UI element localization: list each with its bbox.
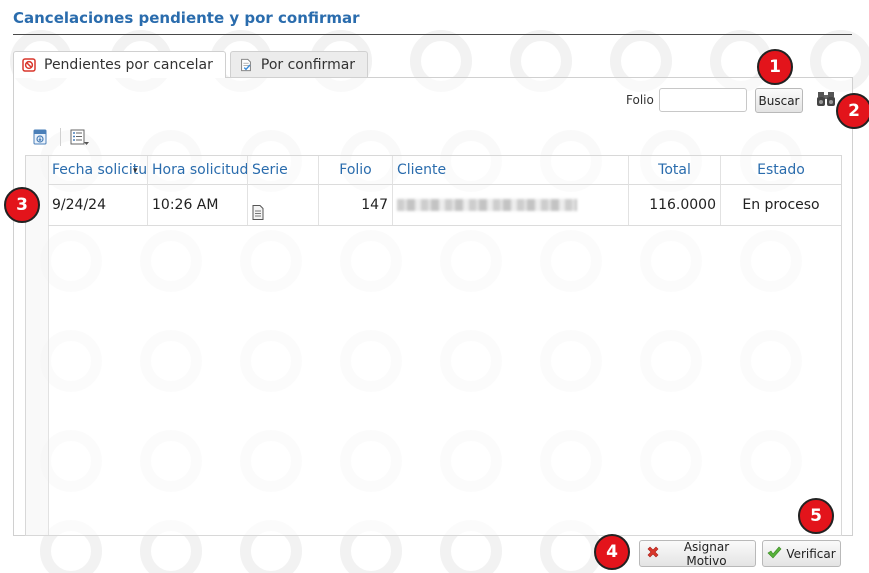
green-check-icon xyxy=(767,546,782,562)
button-label: Asignar Motivo xyxy=(683,539,730,568)
title-divider xyxy=(13,34,852,35)
folio-input[interactable] xyxy=(659,88,747,112)
tab-bar: Pendientes por cancelar Por confirmar xyxy=(13,51,369,78)
button-label: Verificar xyxy=(786,546,836,561)
buscar-button[interactable]: Buscar xyxy=(755,88,803,113)
callout-badge-2: 2 xyxy=(836,93,869,129)
column-list-icon[interactable] xyxy=(70,129,90,151)
callout-badge-3: 3 xyxy=(4,187,40,223)
column-header-folio[interactable]: Folio xyxy=(319,156,393,185)
cell-cliente xyxy=(393,185,629,225)
page-title: Cancelaciones pendiente y por confirmar xyxy=(13,9,360,27)
callout-badge-4: 4 xyxy=(594,534,630,570)
column-header-label: Total xyxy=(658,162,691,178)
export-icon[interactable] xyxy=(32,129,48,149)
cell-total: 116.0000 xyxy=(629,185,721,225)
column-header-serie[interactable]: Serie xyxy=(248,156,319,185)
tab-label: Pendientes por cancelar xyxy=(44,57,213,73)
verificar-button[interactable]: Verificar xyxy=(762,540,841,567)
tab-por-confirmar[interactable]: Por confirmar xyxy=(229,51,369,77)
tab-label: Por confirmar xyxy=(260,56,356,73)
redacted-client-name xyxy=(397,199,577,211)
sort-desc-icon: ▾ xyxy=(133,166,138,176)
callout-badge-5: 5 xyxy=(798,498,834,534)
column-header-label: Hora solicitud xyxy=(152,162,248,178)
confirm-doc-icon xyxy=(239,58,253,72)
tab-pendientes-por-cancelar[interactable]: Pendientes por cancelar xyxy=(13,51,226,78)
callout-badge-1: 1 xyxy=(757,49,793,85)
column-header-estado[interactable]: Estado xyxy=(721,156,841,185)
column-header-hora[interactable]: Hora solicitud xyxy=(148,156,248,185)
column-header-label: Estado xyxy=(757,162,805,178)
column-header-label: Folio xyxy=(339,162,372,178)
cell-folio: 147 xyxy=(319,185,393,225)
cell-serie xyxy=(248,185,319,225)
asignar-motivo-button[interactable]: Asignar Motivo xyxy=(639,539,756,568)
column-header-total[interactable]: Total xyxy=(629,156,721,185)
binoculars-icon[interactable] xyxy=(816,90,836,112)
table-row[interactable]: 9/24/24 10:26 AM 147 116.0000 En proceso xyxy=(48,185,841,226)
cancellations-grid: Fecha solicitud ▾ Hora solicitud Serie F… xyxy=(25,155,842,536)
cell-fecha: 9/24/24 xyxy=(48,185,148,225)
column-header-label: Serie xyxy=(252,162,288,178)
column-header-label: Cliente xyxy=(397,162,447,178)
folio-label: Folio xyxy=(626,93,654,107)
document-icon[interactable] xyxy=(252,196,264,225)
cell-hora: 10:26 AM xyxy=(148,185,248,225)
cancel-doc-icon xyxy=(22,58,36,72)
cell-estado: En proceso xyxy=(742,197,820,213)
toolbar-separator xyxy=(60,128,61,146)
red-x-icon xyxy=(646,545,660,562)
column-header-cliente[interactable]: Cliente xyxy=(393,156,629,185)
